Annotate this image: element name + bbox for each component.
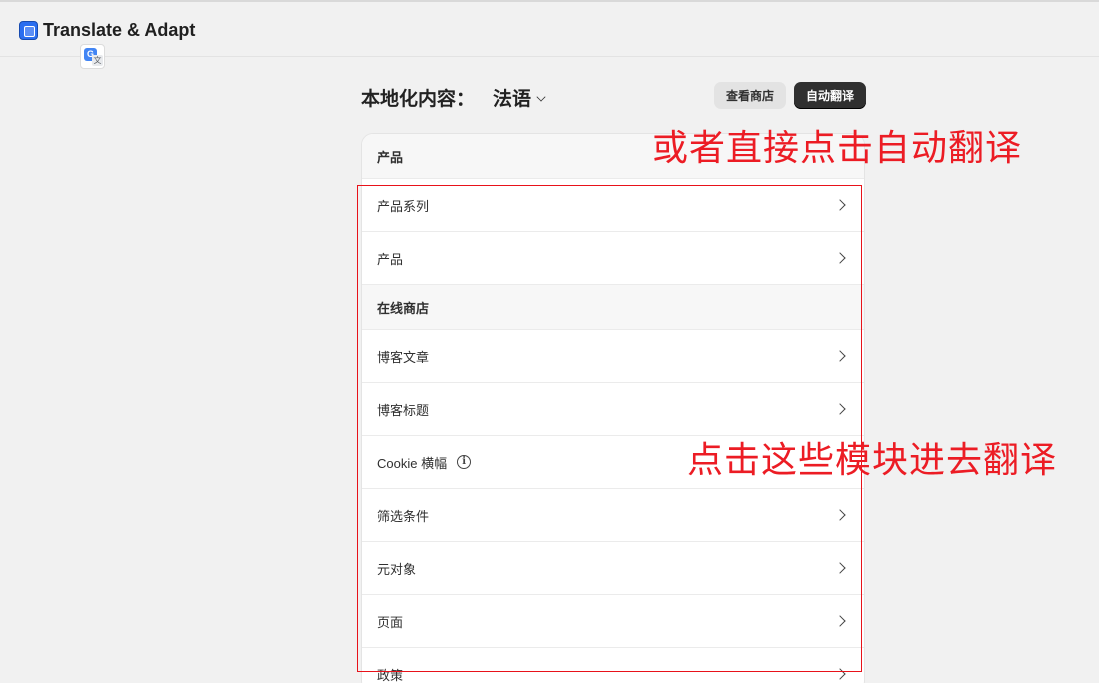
chevron-right-icon <box>834 668 846 680</box>
chevron-right-icon <box>834 199 846 211</box>
info-icon[interactable]: i <box>457 455 472 469</box>
list-item-collections[interactable]: 产品系列 <box>362 179 864 232</box>
list-item-products[interactable]: 产品 <box>362 232 864 285</box>
google-translate-icon[interactable]: G 文 <box>80 44 105 69</box>
translate-app-icon <box>19 21 38 40</box>
list-item-pages[interactable]: 页面 <box>362 595 864 648</box>
resource-list-card: 产品 产品系列 产品 在线商店 博客文章 博客标题 Cookie 横幅 i 筛选… <box>361 133 865 683</box>
view-store-button[interactable]: 查看商店 <box>714 82 786 109</box>
chevron-right-icon <box>834 615 846 627</box>
list-item-label: Cookie 横幅 <box>377 455 448 471</box>
chevron-right-icon <box>834 509 846 521</box>
list-item-label: 页面 <box>377 614 404 630</box>
list-item-blog-titles[interactable]: 博客标题 <box>362 383 864 436</box>
chevron-right-icon <box>834 350 846 362</box>
annotation-modules: 点击这些模块进去翻译 <box>687 440 1058 481</box>
page-title-prefix: 本地化内容： <box>361 89 476 110</box>
translate-glyph: 文 <box>92 55 103 66</box>
annotation-auto-translate: 或者直接点击自动翻译 <box>652 128 1023 169</box>
list-item-label: 博客文章 <box>377 349 430 365</box>
chevron-down-icon <box>536 91 546 102</box>
list-item-label: 政策 <box>377 667 404 683</box>
list-item-label: 产品 <box>377 251 404 267</box>
list-item-policies[interactable]: 政策 <box>362 648 864 683</box>
list-item-filters[interactable]: 筛选条件 <box>362 489 864 542</box>
chevron-right-icon <box>834 403 846 415</box>
chevron-right-icon <box>834 252 846 264</box>
list-item-label: 元对象 <box>377 561 417 577</box>
auto-translate-button[interactable]: 自动翻译 <box>794 82 866 109</box>
list-item-metaobjects[interactable]: 元对象 <box>362 542 864 595</box>
app-header: Translate & Adapt <box>0 2 1099 57</box>
section-header-online-store: 在线商店 <box>362 285 864 330</box>
list-item-label: 产品系列 <box>377 198 430 214</box>
language-selector[interactable]: 法语 <box>493 84 546 111</box>
list-item-label: 筛选条件 <box>377 508 430 524</box>
chevron-right-icon <box>834 562 846 574</box>
page-title: 本地化内容： 法语 <box>361 84 546 111</box>
app-title: Translate & Adapt <box>43 20 196 40</box>
language-label: 法语 <box>493 89 532 110</box>
list-item-label: 博客标题 <box>377 402 430 418</box>
list-item-blog-posts[interactable]: 博客文章 <box>362 330 864 383</box>
